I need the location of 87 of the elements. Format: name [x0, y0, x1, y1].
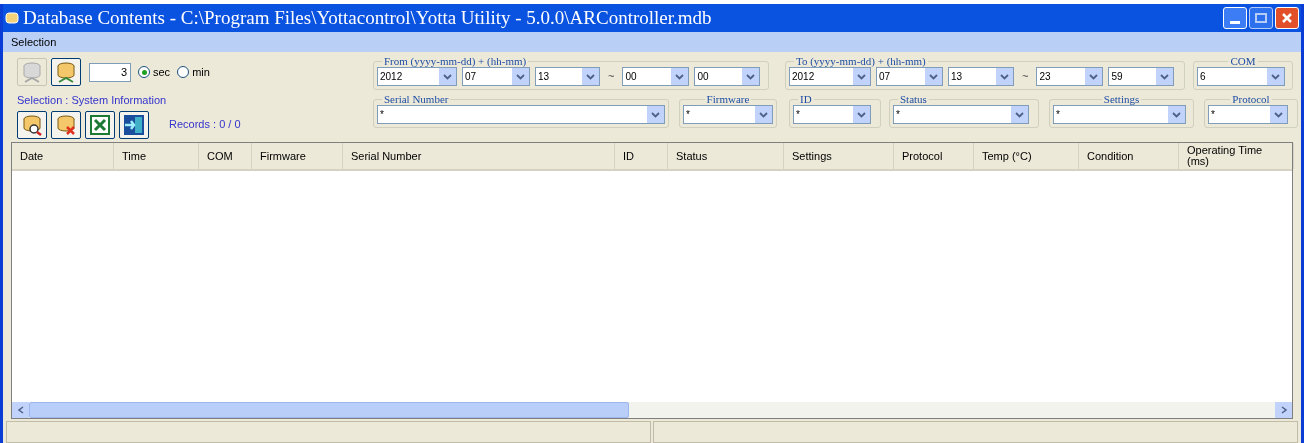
database-network-icon: [21, 61, 43, 83]
dropdown[interactable]: *: [683, 105, 773, 124]
radio-label: sec: [153, 64, 171, 80]
chevron-down-icon: [857, 111, 866, 118]
window-title: Database Contents - C:\Program Files\Yottacontrol\Yotta Utility - 5.0.0\ARController.mdb: [23, 5, 712, 30]
dropdown[interactable]: 2012: [377, 67, 457, 86]
icon-button[interactable]: [17, 110, 47, 139]
chevron-down-icon: [1271, 73, 1280, 80]
dropdown[interactable]: 59: [1108, 67, 1175, 86]
close-button[interactable]: [1275, 7, 1299, 29]
column-header[interactable]: Operating Time (ms): [1179, 143, 1294, 169]
scroll-right-button[interactable]: [1275, 402, 1292, 418]
chevron-down-icon: [857, 73, 866, 80]
dropdown[interactable]: 07: [462, 67, 530, 86]
group-label: ID: [799, 93, 813, 105]
chevron-down-icon: [1089, 73, 1099, 80]
column-header[interactable]: ID: [615, 143, 668, 169]
maximize-icon: [1255, 13, 1267, 23]
group-label: COM: [1229, 55, 1257, 67]
chevron-down-icon: [1000, 73, 1009, 80]
group-label: Status: [899, 93, 928, 105]
radio-button[interactable]: [138, 66, 150, 78]
chevron-down-icon: [675, 73, 685, 80]
dropdown[interactable]: *: [893, 105, 1029, 124]
dropdown[interactable]: *: [1053, 105, 1186, 124]
chevron-down-icon: [746, 73, 756, 80]
dropdown[interactable]: 13: [535, 67, 600, 86]
minimize-icon: [1230, 21, 1240, 24]
group-label: From (yyyy-mm-dd) + (hh-mm): [383, 55, 528, 67]
scroll-left-button[interactable]: [12, 402, 29, 418]
spreadsheet-icon: [89, 113, 111, 136]
maximize-button[interactable]: [1249, 7, 1273, 29]
chevron-down-icon: [929, 73, 938, 80]
chevron-down-icon: [516, 73, 525, 80]
menu-item[interactable]: Selection: [11, 33, 57, 51]
dropdown[interactable]: *: [1208, 105, 1288, 124]
column-header[interactable]: Date: [12, 143, 114, 169]
column-header[interactable]: Protocol: [894, 143, 974, 169]
dropdown[interactable]: 13: [948, 67, 1014, 86]
dropdown[interactable]: 2012: [789, 67, 871, 86]
dropdown[interactable]: 07: [876, 67, 943, 86]
chevron-down-icon: [443, 73, 452, 80]
dropdown[interactable]: 00: [622, 67, 690, 86]
column-header[interactable]: Settings: [784, 143, 894, 169]
chevron-down-icon: [1274, 111, 1283, 118]
selection-label: Selection : System Information: [17, 93, 168, 108]
dropdown[interactable]: 00: [694, 67, 761, 86]
chevron-down-icon: [1160, 73, 1170, 80]
interval-field[interactable]: 3: [89, 62, 131, 82]
chevron-down-icon: [1172, 111, 1181, 118]
column-header[interactable]: Time: [114, 143, 199, 169]
group-label: To (yyyy-mm-dd) + (hh-mm): [795, 55, 927, 67]
group-label: Protocol: [1231, 93, 1271, 105]
dropdown[interactable]: *: [377, 105, 665, 124]
tilde-separator: ~: [608, 69, 615, 85]
column-header[interactable]: Condition: [1079, 143, 1179, 169]
dropdown[interactable]: *: [793, 105, 871, 124]
scrollbar-thumb[interactable]: [29, 402, 629, 418]
chevron-down-icon: [586, 73, 595, 80]
radio-label: min: [192, 64, 210, 80]
records-count: Records : 0 / 0: [169, 117, 241, 133]
chevron-down-icon: [1015, 111, 1024, 118]
column-header[interactable]: Firmware: [252, 143, 343, 169]
column-header[interactable]: Temp (°C): [974, 143, 1079, 169]
window-icon: [5, 12, 19, 24]
column-header[interactable]: COM: [199, 143, 252, 169]
minimize-button[interactable]: [1223, 7, 1247, 29]
chevron-down-icon: [759, 111, 768, 118]
group-label: Settings: [1102, 93, 1141, 105]
column-header[interactable]: Status: [668, 143, 784, 169]
radio-button[interactable]: [177, 66, 190, 78]
chevron-down-icon: [651, 111, 660, 118]
column-header[interactable]: Serial Number: [343, 143, 615, 169]
icon-button[interactable]: [85, 110, 115, 139]
dropdown[interactable]: 23: [1036, 67, 1104, 86]
database-network-icon: [55, 61, 77, 83]
tilde-separator: ~: [1022, 69, 1029, 85]
group-label: Firmware: [705, 93, 751, 105]
close-icon: [1281, 12, 1293, 24]
dropdown[interactable]: 6: [1197, 67, 1285, 86]
database-search-icon: [21, 113, 43, 136]
group-label: Serial Number: [383, 93, 450, 105]
icon-button[interactable]: [51, 58, 81, 86]
door-exit-icon: [123, 113, 145, 136]
icon-button[interactable]: [119, 110, 149, 139]
database-delete-icon: [55, 113, 77, 136]
icon-button[interactable]: [51, 110, 81, 139]
